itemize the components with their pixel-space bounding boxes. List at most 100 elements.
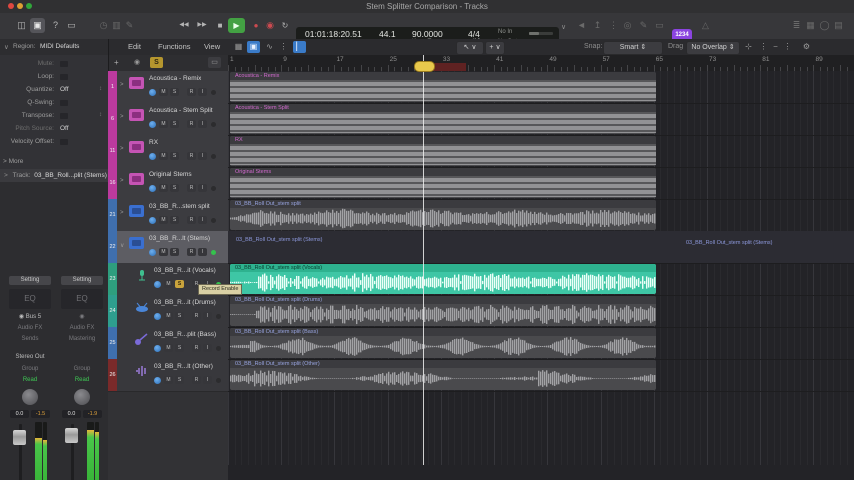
- channel-eq-thumbnail[interactable]: EQ: [61, 289, 103, 309]
- channel-input-slot[interactable]: ◉ Bus 5: [9, 313, 51, 322]
- master-solo-chip[interactable]: S: [150, 57, 163, 68]
- add-track-button[interactable]: +: [114, 58, 119, 67]
- region-inspector-row[interactable]: Mute:: [2, 59, 106, 70]
- track-solo-button[interactable]: S: [170, 152, 179, 160]
- track-solo-button[interactable]: S: [170, 216, 179, 224]
- region-inspector-row[interactable]: Transpose: ↕: [2, 111, 106, 122]
- channel-input-slot[interactable]: ◉: [61, 313, 103, 322]
- stepper-icon[interactable]: ↕: [99, 112, 102, 118]
- channel-setting-button[interactable]: Setting: [61, 276, 103, 285]
- track-disclosure-icon[interactable]: >: [120, 82, 124, 88]
- track-name[interactable]: 03_BB_R...lt (Other): [154, 363, 213, 370]
- track-mute-button[interactable]: M: [164, 312, 173, 320]
- input-monitor-button[interactable]: [149, 249, 156, 256]
- track-lane[interactable]: 03_BB_Roll Out_stem split: [228, 199, 854, 232]
- library-icon[interactable]: ◫: [14, 18, 29, 33]
- track-mute-button[interactable]: M: [164, 344, 173, 352]
- pointer-tool-selector[interactable]: ↖ ∨: [456, 41, 484, 55]
- fader-cap[interactable]: [13, 430, 26, 445]
- track-solo-button[interactable]: S: [175, 376, 184, 384]
- track-mute-button[interactable]: M: [164, 376, 173, 384]
- channel-group-slot[interactable]: Group: [9, 365, 51, 374]
- input-monitor-button[interactable]: [149, 121, 156, 128]
- sliders-icon[interactable]: ⋮: [606, 18, 621, 33]
- share-icon[interactable]: ↥: [590, 18, 605, 33]
- track-lane[interactable]: 03_BB_Roll Out_stem split (Bass): [228, 327, 854, 360]
- snap-selector[interactable]: Smart ⇕: [603, 41, 663, 55]
- channel-audio-fx-slot[interactable]: Audio FX: [61, 324, 103, 333]
- track-record-button[interactable]: R: [187, 248, 196, 256]
- track-input-button[interactable]: I: [198, 120, 207, 128]
- track-name[interactable]: 03_BB_R...it (Vocals): [154, 267, 216, 274]
- track-solo-button[interactable]: S: [170, 248, 179, 256]
- track-input-button[interactable]: I: [198, 88, 207, 96]
- input-monitor-button[interactable]: [149, 185, 156, 192]
- track-lane[interactable]: 03_BB_Roll Out_stem split (Vocals): [228, 263, 854, 296]
- stop-button[interactable]: ■: [212, 18, 228, 33]
- region-more-disclosure[interactable]: > More: [3, 158, 23, 165]
- channel-automation-mode[interactable]: Read: [61, 376, 103, 385]
- track-mute-button[interactable]: M: [159, 184, 168, 192]
- region-inspector-row[interactable]: Quantize: Off ↕: [2, 85, 106, 96]
- track-name[interactable]: 03_BB_R...lt (Stems): [149, 235, 210, 242]
- pencil-icon[interactable]: ✎: [636, 18, 651, 33]
- lcd-tempo[interactable]: 90.0000: [412, 29, 443, 39]
- region-param-value[interactable]: Off: [60, 86, 69, 93]
- edit-menu[interactable]: Edit: [128, 42, 141, 51]
- track-name[interactable]: 03_BB_R...it (Drums): [154, 299, 216, 306]
- waveform-zoom-icon[interactable]: ⊹: [742, 41, 755, 53]
- track-input-button[interactable]: I: [203, 344, 212, 352]
- rewind-button[interactable]: ◀◀: [176, 18, 192, 33]
- pan-knob[interactable]: [74, 389, 90, 405]
- drag-selector[interactable]: No Overlap ⇕: [686, 41, 740, 55]
- region-param-value[interactable]: [60, 61, 68, 67]
- input-monitor-button[interactable]: [149, 89, 156, 96]
- record-enable-dot[interactable]: [211, 90, 216, 95]
- volume-value[interactable]: 0.0: [10, 410, 29, 418]
- track-header-row[interactable]: 11 > RX M S R I: [108, 135, 228, 168]
- list-editors-icon[interactable]: ≣: [789, 18, 804, 33]
- track-mute-button[interactable]: M: [164, 280, 173, 288]
- input-monitor-button[interactable]: [154, 281, 161, 288]
- track-name[interactable]: 03_BB_R...stem split: [149, 203, 210, 210]
- record-enable-dot[interactable]: [216, 346, 221, 351]
- record-enable-dot[interactable]: [216, 314, 221, 319]
- playhead[interactable]: [423, 55, 424, 465]
- tuner-icon[interactable]: ◎: [620, 18, 635, 33]
- region-inspector-row[interactable]: Loop:: [2, 72, 106, 83]
- track-header-row[interactable]: 22 ∨ 03_BB_R...lt (Stems) M S R I: [108, 231, 228, 264]
- stack-region[interactable]: Original Stems: [230, 168, 656, 198]
- track-header-row[interactable]: 1 > Acoustica - Remix M S R I: [108, 71, 228, 104]
- lcd-smpte-time[interactable]: 01:01:18:20.51: [305, 29, 362, 39]
- record-enable-dot[interactable]: [211, 250, 216, 255]
- pan-knob[interactable]: [22, 389, 38, 405]
- channel-sends-slot[interactable]: Sends: [9, 335, 51, 344]
- input-monitor-button[interactable]: [154, 345, 161, 352]
- audio-region[interactable]: 03_BB_Roll Out_stem split (Vocals): [230, 264, 656, 294]
- track-inspector-header[interactable]: > Track: 03_BB_Roll...plit (Stems): [0, 169, 108, 182]
- capture-recording-button[interactable]: ◉: [262, 18, 278, 33]
- zoom-slider-icon[interactable]: ⋮: [781, 41, 794, 53]
- track-header-row[interactable]: 24 03_BB_R...it (Drums) M S R I: [108, 295, 228, 328]
- channel-eq-thumbnail[interactable]: EQ: [9, 289, 51, 309]
- track-solo-button[interactable]: S: [175, 344, 184, 352]
- track-lane[interactable]: Acoustica - Stem Split: [228, 103, 854, 136]
- track-record-button[interactable]: R: [187, 216, 196, 224]
- channel-setting-button[interactable]: Setting: [9, 276, 51, 285]
- track-mute-button[interactable]: M: [159, 248, 168, 256]
- region-param-value[interactable]: [60, 113, 68, 119]
- track-record-button[interactable]: R: [192, 344, 201, 352]
- settings-icon[interactable]: ⚙: [800, 41, 813, 53]
- browsers-icon[interactable]: ▤: [831, 18, 846, 33]
- track-disclosure-icon[interactable]: >: [120, 114, 124, 120]
- grid-view-icon[interactable]: ▦: [232, 41, 245, 53]
- track-record-button[interactable]: R: [187, 184, 196, 192]
- functions-menu[interactable]: Functions: [158, 42, 191, 51]
- track-lane[interactable]: 03_BB_Roll Out_stem split (Drums): [228, 295, 854, 328]
- audio-region[interactable]: 03_BB_Roll Out_stem split (Bass): [230, 328, 656, 358]
- track-disclosure-icon[interactable]: >: [120, 210, 124, 216]
- track-name[interactable]: RX: [149, 139, 158, 146]
- audio-region[interactable]: 03_BB_Roll Out_stem split (Drums): [230, 296, 656, 326]
- quick-help-icon[interactable]: ?: [48, 18, 63, 33]
- channel-automation-mode[interactable]: Read: [9, 376, 51, 385]
